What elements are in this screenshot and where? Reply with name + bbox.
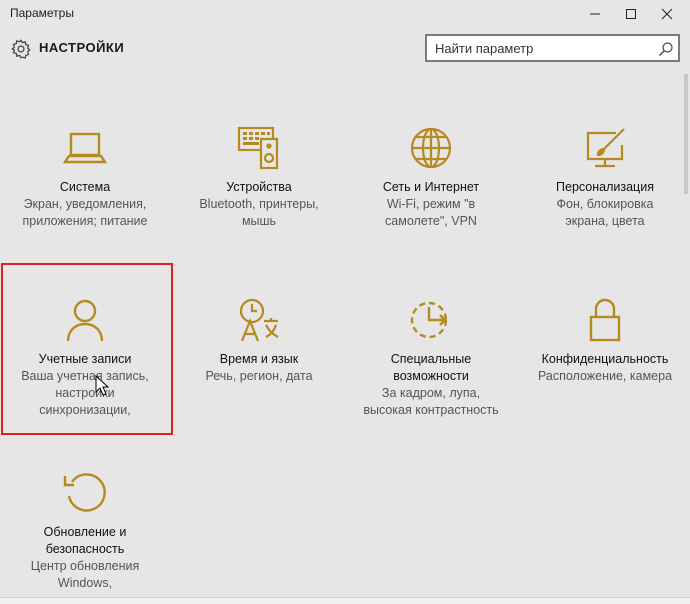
laptop-icon [62,132,108,164]
title-bar: Параметры [0,0,690,28]
search-box[interactable] [425,34,680,62]
search-input[interactable] [427,36,663,60]
devices-icon [237,126,279,170]
tile-name: Устройства [226,180,292,194]
ease-of-access-icon [410,301,448,339]
tile-desc-line: экрана, цвета [565,214,645,228]
tile-desc-line: высокая контрастность [363,403,499,417]
tile-name: Система [59,180,111,194]
tile-desc-line: Центр обновления [30,559,140,573]
mouse-cursor-icon [95,375,109,396]
tile-desc-line: Windows, [57,576,113,590]
close-button[interactable] [650,0,684,28]
search-icon[interactable] [658,41,674,57]
tile-name: Конфиденциальность [541,352,669,366]
tile-name: возможности [393,369,469,383]
tile-name: безопасность [45,542,125,556]
tile-desc-line: Расположение, камера [537,369,673,383]
tile-ease-of-access[interactable]: Специальные возможности За кадром, лупа,… [356,297,506,419]
settings-header: НАСТРОЙКИ [0,30,690,70]
tile-desc-line: Bluetooth, принтеры, [199,197,319,211]
tile-desc-line: самолете", VPN [385,214,477,228]
minimize-icon [590,13,600,15]
close-icon [661,8,673,20]
tile-time-language[interactable]: Время и язык Речь, регион, дата [184,297,334,385]
maximize-icon [626,9,636,19]
tile-desc-line: Речь, регион, дата [205,369,313,383]
maximize-button[interactable] [614,0,648,28]
tile-desc-line: За кадром, лупа, [381,386,481,400]
tile-name: Сеть и Интернет [382,180,480,194]
time-language-icon [239,298,279,342]
tile-desc-line: приложения; питание [22,214,148,228]
update-icon [63,473,106,512]
globe-icon [410,127,452,169]
tile-name: Время и язык [219,352,299,366]
tile-name: Персонализация [556,180,654,194]
page-title: НАСТРОЙКИ [39,40,125,55]
tile-desc-line: Фон, блокировка [556,197,654,211]
tile-network[interactable]: Сеть и Интернет Wi-Fi, режим "в самолете… [356,125,506,230]
minimize-button[interactable] [578,0,612,28]
tile-desc-line: Экран, уведомления, [23,197,147,211]
tile-desc-line: мышь [241,214,277,228]
tile-devices[interactable]: Устройства Bluetooth, принтеры, мышь [184,125,334,230]
highlight-box [1,263,173,435]
tile-desc-line: Wi-Fi, режим "в [386,197,476,211]
tile-name: Специальные [390,352,472,366]
tile-system[interactable]: Система Экран, уведомления, приложения; … [10,125,160,230]
tile-update-security[interactable]: Обновление и безопасность Центр обновлен… [10,470,160,592]
gear-icon [11,39,31,59]
tile-privacy[interactable]: Конфиденциальность Расположение, камера [530,297,680,385]
window-title: Параметры [10,6,74,20]
tile-personalization[interactable]: Персонализация Фон, блокировка экрана, ц… [530,125,680,230]
personalization-icon [586,128,625,168]
tile-name: Обновление и [43,525,127,539]
lock-icon [589,298,621,342]
scrollbar-thumb[interactable] [684,74,688,194]
